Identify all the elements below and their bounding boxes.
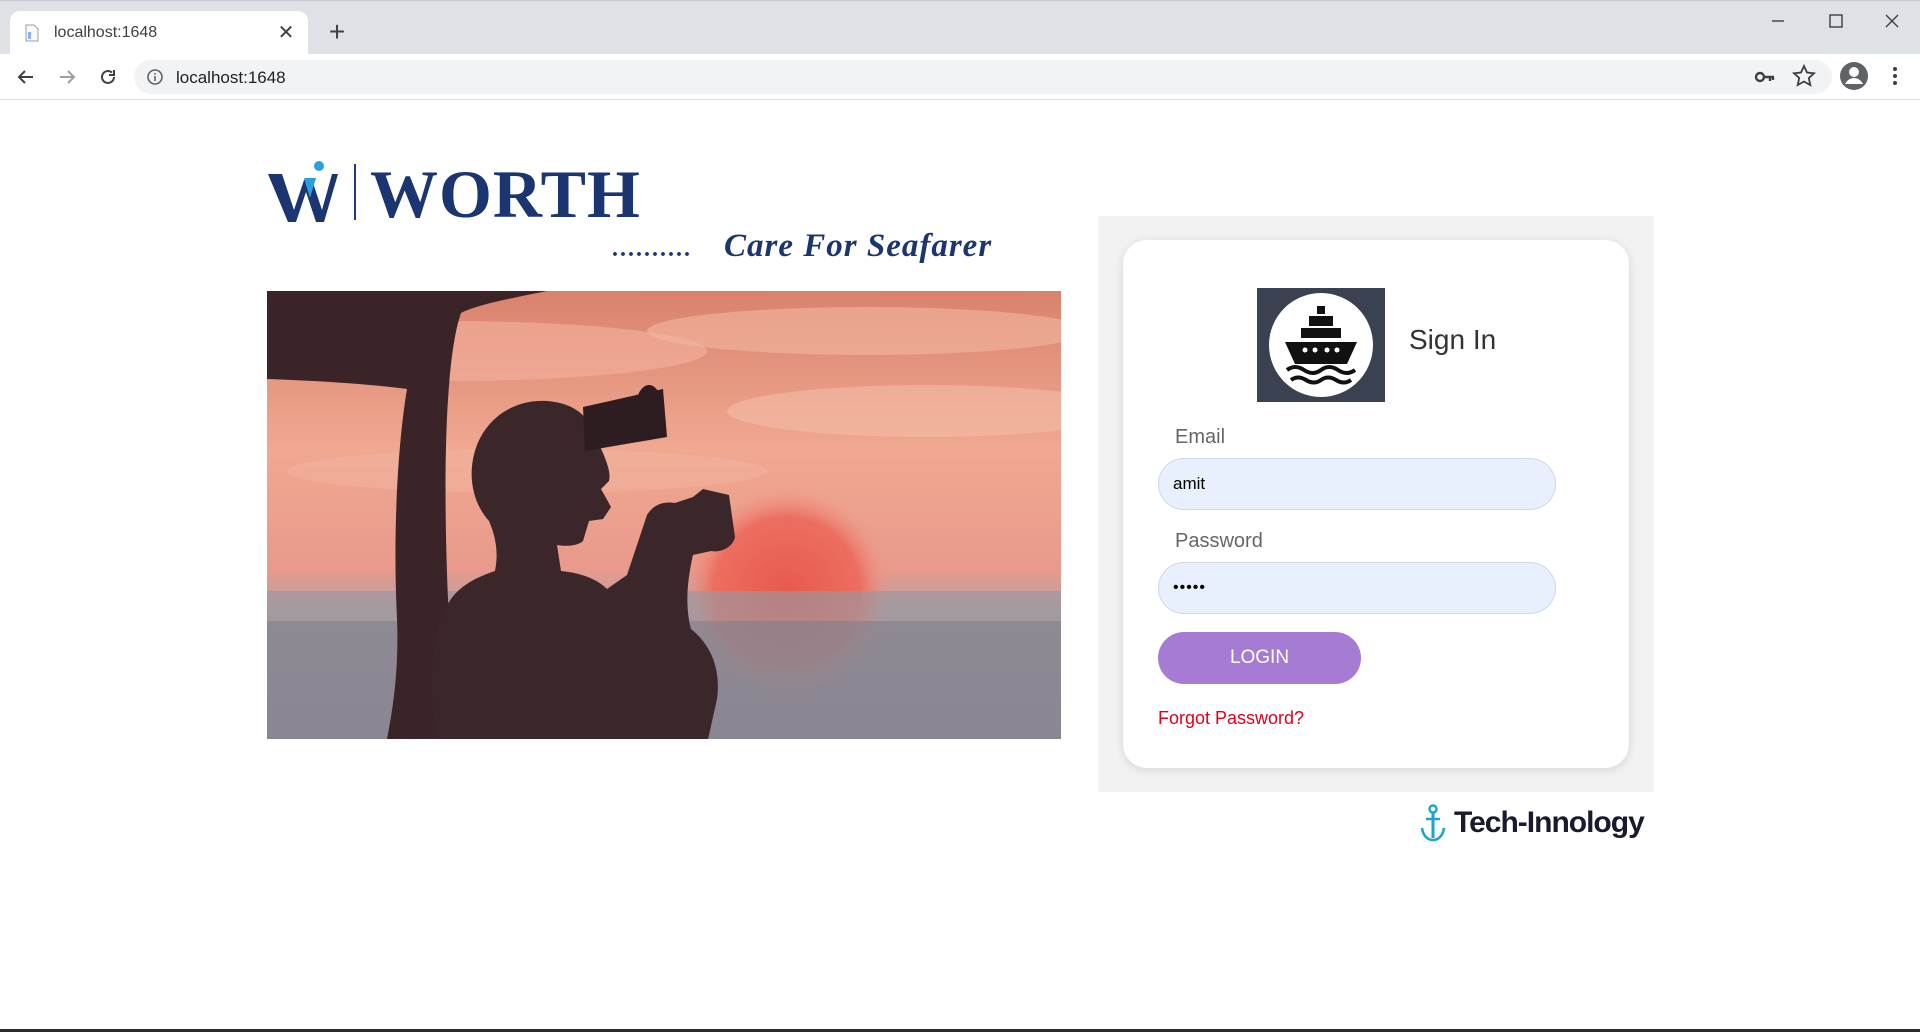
reload-icon[interactable] bbox=[93, 62, 123, 92]
url-text[interactable]: localhost:1648 bbox=[176, 68, 286, 88]
bookmark-star-icon[interactable] bbox=[1790, 62, 1818, 90]
more-menu-icon[interactable] bbox=[1884, 62, 1906, 90]
profile-avatar-icon[interactable] bbox=[1838, 60, 1870, 92]
sign-in-title: Sign In bbox=[1409, 324, 1497, 355]
anchor-icon bbox=[1420, 804, 1446, 842]
logo-wordmark: WORTH bbox=[370, 156, 641, 232]
tab-title: localhost:1648 bbox=[54, 24, 158, 41]
info-icon[interactable] bbox=[146, 68, 164, 86]
login-button[interactable]: LOGIN bbox=[1158, 632, 1361, 684]
close-window-icon[interactable] bbox=[1864, 5, 1920, 37]
email-field[interactable] bbox=[1158, 458, 1556, 510]
worth-w-mark-icon bbox=[268, 161, 338, 222]
minimize-icon[interactable] bbox=[1750, 5, 1806, 37]
tech-innology-brand: Tech-Innology bbox=[1420, 802, 1656, 844]
new-tab-button[interactable]: + bbox=[320, 17, 354, 51]
forward-arrow-icon[interactable] bbox=[52, 62, 82, 92]
close-tab-icon[interactable]: ✕ bbox=[274, 21, 298, 45]
browser-tabstrip: localhost:1648 ✕ + bbox=[0, 0, 1920, 55]
email-label: Email bbox=[1175, 426, 1226, 448]
worth-logo: WORTH .......... Care For Seafarer bbox=[266, 160, 1006, 270]
browser-tab[interactable]: localhost:1648 ✕ bbox=[10, 11, 308, 55]
key-icon[interactable] bbox=[1752, 64, 1778, 90]
logo-tagline: Care For Seafarer bbox=[724, 228, 993, 264]
logo-dots: .......... bbox=[612, 236, 692, 262]
password-field[interactable] bbox=[1158, 562, 1556, 614]
address-bar[interactable]: localhost:1648 bbox=[134, 60, 1832, 94]
back-arrow-icon[interactable] bbox=[11, 62, 41, 92]
forgot-password-link[interactable]: Forgot Password? bbox=[1158, 708, 1304, 729]
maximize-icon[interactable] bbox=[1808, 5, 1864, 37]
seafarer-hero-image bbox=[267, 291, 1061, 739]
ship-logo-icon bbox=[1257, 288, 1385, 402]
page-icon bbox=[25, 24, 39, 42]
logo-divider bbox=[354, 164, 356, 220]
login-card: Sign In Email Password LOGIN Forgot Pass… bbox=[1123, 240, 1629, 768]
password-label: Password bbox=[1175, 530, 1263, 552]
tech-innology-wordmark: Tech-Innology bbox=[1454, 806, 1645, 839]
browser-toolbar: localhost:1648 bbox=[0, 54, 1920, 100]
